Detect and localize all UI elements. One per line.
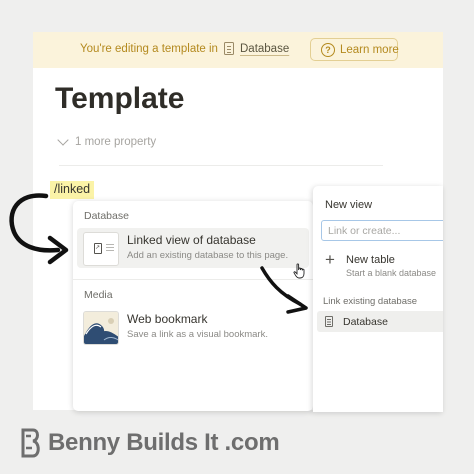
slash-command-text[interactable]: /linked	[50, 181, 95, 199]
question-circle-icon: ?	[321, 43, 335, 57]
menu-item-description: Save a link as a visual bookmark.	[127, 329, 268, 340]
chevron-down-icon	[57, 134, 69, 146]
database-option[interactable]: Database	[317, 311, 443, 332]
more-properties-toggle[interactable]: 1 more property	[57, 134, 157, 148]
link-existing-label: Link existing database	[323, 296, 418, 307]
menu-item-linked-view[interactable]: Linked view of database Add an existing …	[77, 228, 309, 268]
menu-divider	[73, 279, 313, 280]
page-title[interactable]: Template	[55, 82, 184, 116]
linked-database-icon	[83, 232, 119, 266]
panel-title: New view	[325, 199, 373, 211]
page-icon	[325, 316, 333, 327]
learn-more-label: Learn more	[340, 44, 399, 56]
link-or-create-input[interactable]	[322, 221, 443, 241]
new-view-panel: New view + New table Start a blank datab…	[313, 186, 443, 412]
new-table-title: New table	[346, 254, 395, 266]
menu-item-title: Web bookmark	[127, 312, 208, 326]
database-option-label: Database	[343, 316, 388, 328]
brand-text: Benny Builds It .com	[48, 429, 280, 456]
section-label-database: Database	[84, 210, 129, 222]
banner-database-link[interactable]: Database	[240, 43, 289, 55]
brand-watermark: Benny Builds It .com	[20, 426, 280, 460]
hand-cursor-icon	[293, 263, 305, 279]
menu-item-web-bookmark[interactable]: Web bookmark Save a link as a visual boo…	[77, 307, 309, 347]
wave-thumbnail-icon	[83, 311, 119, 345]
template-banner: You're editing a template in Database ? …	[33, 32, 443, 68]
slash-command-menu: Database Linked view of database Add an …	[73, 201, 313, 411]
link-or-create-input-wrapper	[321, 220, 443, 241]
menu-item-description: Add an existing database to this page.	[127, 250, 289, 261]
learn-more-button[interactable]: ? Learn more	[310, 38, 399, 61]
brand-logo-icon	[21, 428, 40, 458]
banner-text: You're editing a template in	[80, 43, 218, 55]
new-table-description: Start a blank database	[346, 268, 437, 278]
plus-icon: +	[325, 250, 335, 269]
page-icon	[224, 42, 234, 55]
more-properties-label: 1 more property	[75, 136, 157, 148]
properties-divider	[59, 165, 383, 166]
menu-item-title: Linked view of database	[127, 233, 256, 247]
section-label-media: Media	[84, 289, 113, 301]
